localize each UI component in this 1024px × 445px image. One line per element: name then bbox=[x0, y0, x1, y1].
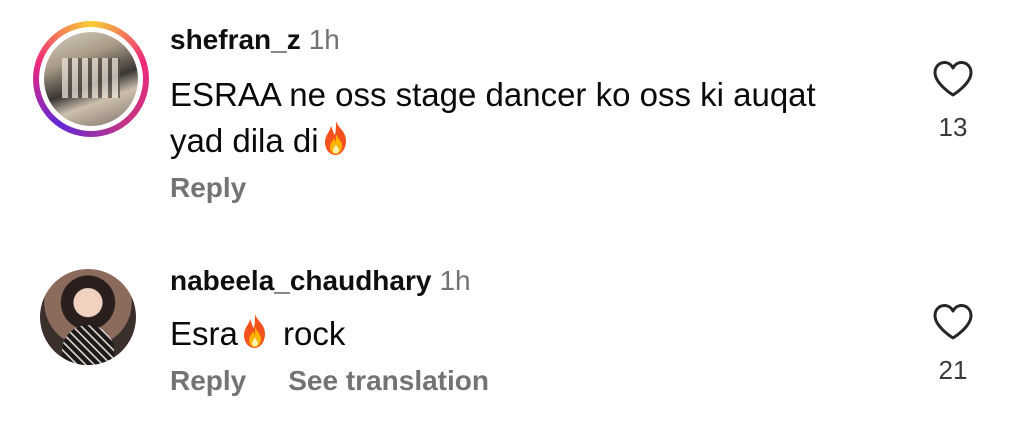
avatar[interactable] bbox=[40, 269, 136, 365]
username[interactable]: nabeela_chaudhary bbox=[170, 265, 431, 296]
comment-item: nabeela_chaudhary 1h Esra rock Reply See t… bbox=[0, 245, 1024, 445]
comment-actions: Reply See translation bbox=[170, 365, 489, 397]
timestamp: 1h bbox=[439, 265, 471, 296]
like-group: 13 bbox=[925, 60, 981, 143]
like-count: 21 bbox=[938, 355, 968, 385]
comment-text: ESRAA ne oss stage dancer ko oss ki auqa… bbox=[170, 72, 850, 164]
comment-text-body: ESRAA ne oss stage dancer ko oss ki auqa… bbox=[170, 76, 816, 159]
heart-outline-icon[interactable] bbox=[932, 60, 974, 98]
see-translation-button[interactable]: See translation bbox=[288, 365, 489, 396]
like-group: 21 bbox=[925, 303, 981, 386]
reply-button[interactable]: Reply bbox=[170, 365, 246, 396]
avatar bbox=[44, 32, 138, 126]
comment-actions: Reply bbox=[170, 172, 246, 204]
fire-emoji-icon bbox=[321, 120, 351, 156]
comment-item: shefran_z 1h ESRAA ne oss stage dancer ko… bbox=[0, 0, 1024, 220]
timestamp: 1h bbox=[308, 24, 340, 55]
username[interactable]: shefran_z bbox=[170, 24, 301, 55]
comment-text-body: Esra bbox=[170, 315, 238, 352]
reply-button[interactable]: Reply bbox=[170, 172, 246, 203]
comment-text-tail: rock bbox=[273, 315, 346, 352]
avatar-story-ring[interactable] bbox=[33, 21, 149, 137]
comment-text: Esra rock bbox=[170, 311, 850, 357]
comment-header: shefran_z 1h bbox=[170, 24, 340, 56]
heart-outline-icon[interactable] bbox=[932, 303, 974, 341]
avatar-ring-gap bbox=[39, 27, 143, 131]
like-count: 13 bbox=[938, 112, 968, 142]
comment-header: nabeela_chaudhary 1h bbox=[170, 265, 471, 297]
fire-emoji-icon bbox=[240, 313, 270, 349]
